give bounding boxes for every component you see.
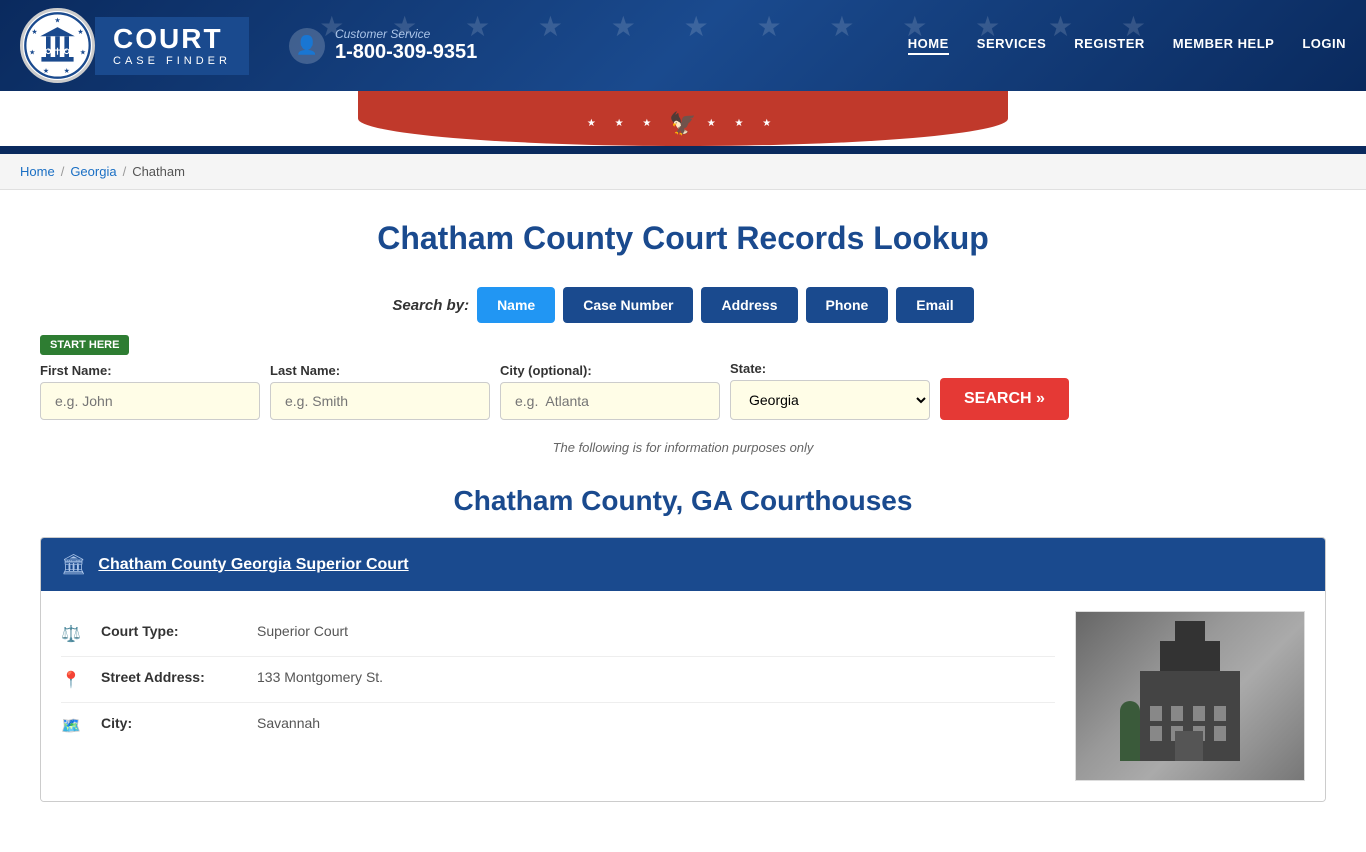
red-arch: ★ ★ ★ 🦅 ★ ★ ★ — [358, 91, 1008, 146]
phone-number[interactable]: 1-800-309-9351 — [335, 41, 477, 64]
courthouses-title: Chatham County, GA Courthouses — [40, 485, 1326, 517]
state-label: State: — [730, 361, 930, 376]
logo-text-area[interactable]: COURT CASE FINDER — [95, 17, 249, 75]
courthouse-card: 🏛 Chatham County Georgia Superior Court … — [40, 537, 1326, 802]
tree-left — [1120, 701, 1140, 761]
last-name-input[interactable] — [270, 382, 490, 420]
start-here-badge: START HERE — [40, 335, 129, 355]
address-icon: 📍 — [61, 670, 85, 690]
city-value: Savannah — [257, 715, 320, 731]
window-3 — [1193, 706, 1205, 721]
city-label-detail: City: — [101, 715, 241, 731]
svg-text:★: ★ — [43, 67, 49, 75]
arch-stars-right: ★ ★ ★ — [707, 118, 779, 129]
city-label: City (optional): — [500, 363, 720, 378]
courthouse-image — [1075, 611, 1305, 781]
breadcrumb-sep-2: / — [123, 164, 127, 179]
breadcrumb-current: Chatham — [132, 164, 185, 179]
state-select[interactable]: Georgia Alabama Florida — [730, 380, 930, 420]
breadcrumb-home[interactable]: Home — [20, 164, 55, 179]
svg-text:★: ★ — [29, 49, 35, 57]
eagle-icon: 🦅 — [669, 111, 696, 137]
search-by-row: Search by: Name Case Number Address Phon… — [40, 287, 1326, 323]
phone-icon: 👤 — [289, 28, 325, 64]
building-roof — [1160, 641, 1220, 671]
city-input[interactable] — [500, 382, 720, 420]
breadcrumb: Home / Georgia / Chatham — [20, 164, 1346, 179]
courthouse-details: ⚖️ Court Type: Superior Court 📍 Street A… — [61, 611, 1055, 781]
search-form-container: START HERE First Name: Last Name: City (… — [40, 335, 1326, 420]
tab-case-number[interactable]: Case Number — [563, 287, 693, 323]
breadcrumb-state[interactable]: Georgia — [70, 164, 116, 179]
svg-text:★: ★ — [64, 67, 70, 75]
main-nav: HOME SERVICES REGISTER MEMBER HELP LOGIN — [908, 36, 1346, 55]
building-silhouette — [1120, 631, 1260, 761]
tab-address[interactable]: Address — [701, 287, 797, 323]
tab-email[interactable]: Email — [896, 287, 973, 323]
breadcrumb-bar: Home / Georgia / Chatham — [0, 154, 1366, 190]
header-band — [0, 146, 1366, 154]
search-by-label: Search by: — [392, 297, 469, 314]
courthouse-row-type: ⚖️ Court Type: Superior Court — [61, 611, 1055, 657]
tab-phone[interactable]: Phone — [806, 287, 889, 323]
window-5 — [1150, 726, 1162, 741]
logo-icon: ★ ★ ★ ★ ★ ★ ★ — [23, 11, 92, 80]
courthouse-row-address: 📍 Street Address: 133 Montgomery St. — [61, 657, 1055, 703]
logo-circle: ★ ★ ★ ★ ★ ★ ★ — [20, 8, 95, 83]
svg-text:★: ★ — [31, 28, 37, 36]
search-button[interactable]: SEARCH » — [940, 378, 1069, 420]
svg-text:★: ★ — [77, 28, 83, 36]
customer-service-label: Customer Service — [335, 27, 477, 41]
nav-services[interactable]: SERVICES — [977, 36, 1047, 55]
courthouse-header-icon: 🏛 — [61, 552, 86, 577]
first-name-label: First Name: — [40, 363, 260, 378]
last-name-group: Last Name: — [270, 363, 490, 420]
court-type-icon: ⚖️ — [61, 624, 85, 644]
courthouse-image-placeholder — [1076, 612, 1304, 780]
street-address-label: Street Address: — [101, 669, 241, 685]
courthouse-header: 🏛 Chatham County Georgia Superior Court — [41, 538, 1325, 591]
last-name-label: Last Name: — [270, 363, 490, 378]
state-group: State: Georgia Alabama Florida — [730, 361, 930, 420]
nav-member-help[interactable]: MEMBER HELP — [1173, 36, 1275, 55]
window-1 — [1150, 706, 1162, 721]
phone-area: 👤 Customer Service 1-800-309-9351 — [289, 27, 477, 64]
search-form: First Name: Last Name: City (optional): … — [40, 361, 1326, 420]
info-note: The following is for information purpose… — [40, 440, 1326, 455]
city-group: City (optional): — [500, 363, 720, 420]
window-8 — [1214, 726, 1226, 741]
svg-text:★: ★ — [80, 49, 86, 57]
tab-name[interactable]: Name — [477, 287, 555, 323]
logo-case-finder-text: CASE FINDER — [113, 55, 231, 67]
arch-content: ★ ★ ★ 🦅 ★ ★ ★ — [587, 111, 779, 137]
building-door — [1175, 731, 1203, 761]
first-name-group: First Name: — [40, 363, 260, 420]
logo-area: ★ ★ ★ ★ ★ ★ ★ — [20, 8, 249, 83]
main-content: Chatham County Court Records Lookup Sear… — [0, 190, 1366, 852]
building-tower — [1175, 621, 1205, 641]
courthouse-title-link[interactable]: Chatham County Georgia Superior Court — [98, 556, 408, 574]
court-type-label: Court Type: — [101, 623, 241, 639]
street-address-value: 133 Montgomery St. — [257, 669, 383, 685]
first-name-input[interactable] — [40, 382, 260, 420]
courthouse-row-city: 🗺️ City: Savannah — [61, 703, 1055, 748]
breadcrumb-sep-1: / — [61, 164, 65, 179]
window-4 — [1214, 706, 1226, 721]
svg-text:★: ★ — [54, 17, 60, 25]
city-icon: 🗺️ — [61, 716, 85, 736]
page-header: ★ ★ ★ ★ ★ ★ ★ — [0, 0, 1366, 91]
page-title: Chatham County Court Records Lookup — [40, 220, 1326, 257]
nav-register[interactable]: REGISTER — [1074, 36, 1144, 55]
court-type-value: Superior Court — [257, 623, 348, 639]
logo-court-text: COURT — [113, 25, 231, 53]
arch-stars-left: ★ ★ ★ — [587, 118, 659, 129]
header-wave-section: ★ ★ ★ 🦅 ★ ★ ★ — [0, 91, 1366, 146]
nav-home[interactable]: HOME — [908, 36, 949, 55]
window-2 — [1171, 706, 1183, 721]
courthouse-body: ⚖️ Court Type: Superior Court 📍 Street A… — [41, 591, 1325, 801]
nav-login[interactable]: LOGIN — [1302, 36, 1346, 55]
